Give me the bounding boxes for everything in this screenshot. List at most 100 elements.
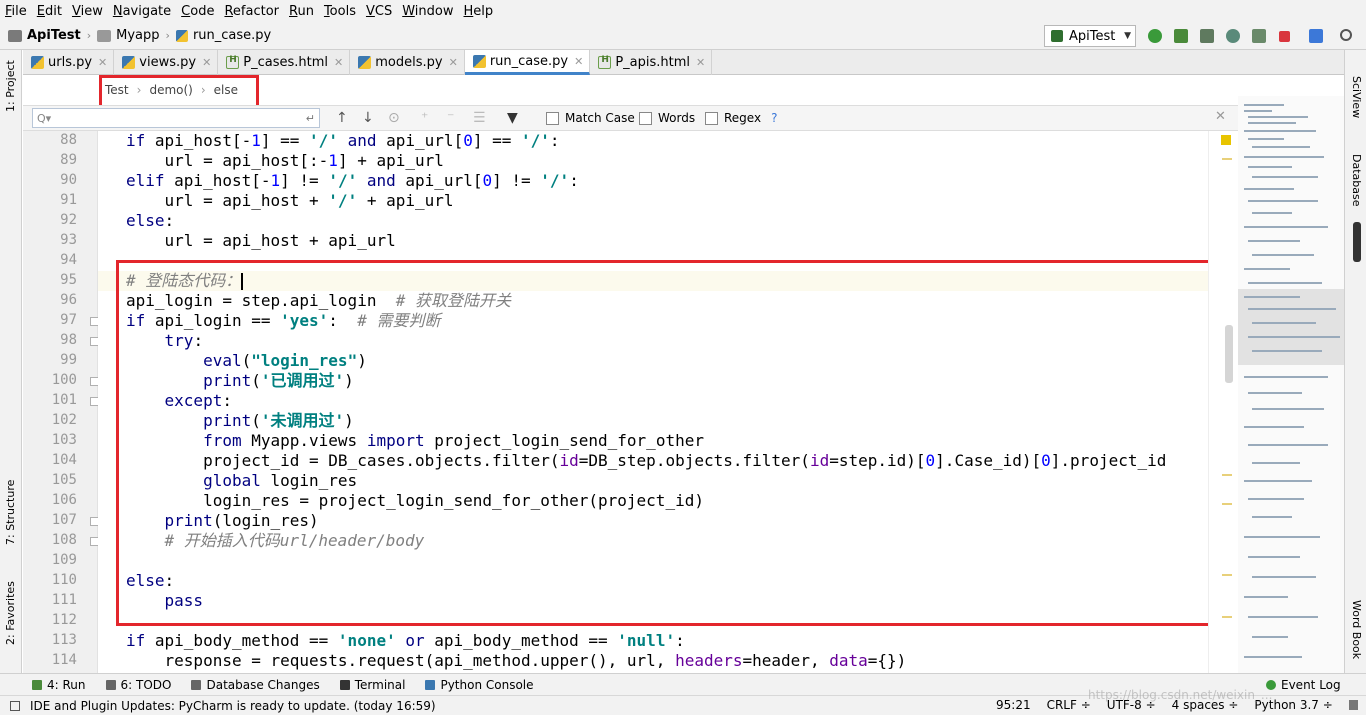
build-icon[interactable] bbox=[1252, 29, 1266, 43]
menu-window[interactable]: Window bbox=[397, 4, 458, 19]
nav-file[interactable]: run_case.py bbox=[172, 28, 275, 43]
tab-urls-py[interactable]: urls.py ✕ bbox=[23, 50, 115, 75]
warning-icon[interactable] bbox=[1221, 135, 1231, 145]
select-all-icon[interactable]: ☰ bbox=[473, 110, 486, 126]
code-line: url = api_host[:-1] + api_url bbox=[126, 151, 444, 170]
close-icon[interactable]: ✕ bbox=[98, 56, 107, 69]
menu-vcs[interactable]: VCS bbox=[361, 4, 397, 19]
add-selection-icon[interactable]: ⁺ bbox=[421, 110, 428, 126]
close-icon[interactable]: ✕ bbox=[202, 56, 211, 69]
menu-edit[interactable]: Edit bbox=[32, 4, 67, 19]
terminal-tool-tab[interactable]: Terminal bbox=[330, 678, 416, 692]
tab-views-py[interactable]: views.py ✕ bbox=[114, 50, 219, 75]
close-icon[interactable]: ✕ bbox=[1215, 109, 1226, 124]
menu-navigate[interactable]: Navigate bbox=[108, 4, 176, 19]
menu-file[interactable]: File bbox=[0, 4, 32, 19]
line-number: 107 bbox=[51, 512, 77, 528]
left-tool-strip: 1: Project 7: Structure 2: Favorites bbox=[0, 50, 22, 673]
code-line: if api_host[-1] == '/' and api_url[0] ==… bbox=[126, 131, 560, 150]
run-config-select[interactable]: ApiTest ▼ bbox=[1044, 25, 1136, 47]
warning-marker[interactable] bbox=[1222, 474, 1232, 476]
line-number: 88 bbox=[60, 132, 77, 148]
favorites-tool-tab[interactable]: 2: Favorites bbox=[4, 581, 17, 645]
menu-help[interactable]: Help bbox=[459, 4, 499, 19]
arrow-down-icon[interactable]: ↓ bbox=[362, 110, 374, 126]
line-number: 113 bbox=[51, 632, 77, 648]
warning-marker[interactable] bbox=[1222, 616, 1232, 618]
python-file-icon bbox=[122, 56, 136, 69]
database-tool-tab[interactable]: Database bbox=[1350, 154, 1363, 207]
search-input[interactable]: Q▾ ↵ bbox=[32, 108, 320, 128]
line-number: 110 bbox=[51, 572, 77, 588]
translate-icon[interactable] bbox=[1309, 29, 1323, 43]
warning-marker[interactable] bbox=[1222, 158, 1232, 160]
python-console-tool-tab[interactable]: Python Console bbox=[415, 678, 543, 692]
search-icon: Q▾ bbox=[37, 111, 52, 125]
words-checkbox[interactable]: Words bbox=[639, 111, 695, 125]
close-icon[interactable]: ✕ bbox=[449, 56, 458, 69]
close-icon[interactable]: ✕ bbox=[696, 56, 705, 69]
caret-position[interactable]: 95:21 bbox=[996, 698, 1031, 712]
tab-p-cases-html[interactable]: P_cases.html✕ bbox=[218, 50, 351, 75]
editor-tabs: urls.py✕ views.py✕ P_cases.html✕ models.… bbox=[23, 50, 1344, 75]
sciview-tool-tab[interactable]: SciView bbox=[1350, 76, 1363, 118]
menu-refactor[interactable]: Refactor bbox=[219, 4, 284, 19]
editor-scrollbar-thumb[interactable] bbox=[1225, 325, 1233, 383]
find-all-icon[interactable]: ⊙ bbox=[388, 110, 400, 126]
menu-tools[interactable]: Tools bbox=[319, 4, 361, 19]
filter-icon[interactable]: ▼ bbox=[507, 110, 518, 126]
line-number: 103 bbox=[51, 432, 77, 448]
chevron-down-icon: ▼ bbox=[1124, 31, 1131, 41]
editor-gutter: 88 89 90 91 92 93 94 95 96 97 98 99 100 … bbox=[23, 131, 99, 673]
todo-tool-tab[interactable]: 6: TODO bbox=[96, 678, 182, 692]
remove-selection-icon[interactable]: ⁻ bbox=[447, 110, 454, 126]
nav-project[interactable]: ApiTest bbox=[0, 28, 85, 43]
debug-icon[interactable] bbox=[1174, 29, 1188, 43]
menu-view[interactable]: View bbox=[67, 4, 108, 19]
rerun-icon[interactable] bbox=[1148, 29, 1162, 43]
code-line: response = requests.request(api_method.u… bbox=[126, 651, 907, 670]
error-stripe[interactable] bbox=[1208, 131, 1238, 673]
line-number: 105 bbox=[51, 472, 77, 488]
structure-tool-tab[interactable]: 7: Structure bbox=[4, 480, 17, 545]
lock-icon[interactable] bbox=[1348, 700, 1358, 710]
python-file-icon bbox=[472, 54, 486, 68]
close-icon[interactable]: ✕ bbox=[334, 56, 343, 69]
stop-icon[interactable] bbox=[1279, 31, 1290, 42]
nav-folder[interactable]: Myapp bbox=[93, 28, 163, 43]
regex-checkbox[interactable]: Regex? bbox=[705, 111, 777, 125]
menu-bar: File Edit View Navigate Code Refactor Ru… bbox=[0, 0, 1366, 22]
code-minimap[interactable] bbox=[1238, 96, 1344, 673]
chevron-right-icon: › bbox=[165, 29, 170, 42]
project-tool-tab[interactable]: 1: Project bbox=[4, 60, 17, 112]
arrow-up-icon[interactable]: ↑ bbox=[336, 110, 348, 126]
python-file-icon bbox=[175, 29, 188, 42]
regex-help-icon[interactable]: ? bbox=[771, 111, 777, 125]
html-file-icon bbox=[226, 55, 240, 69]
coverage-icon[interactable] bbox=[1200, 29, 1214, 43]
run-tool-tab[interactable]: 4: Run bbox=[0, 678, 96, 692]
line-separator[interactable]: CRLF ÷ bbox=[1047, 698, 1091, 712]
line-number: 96 bbox=[60, 292, 77, 308]
tab-models-py[interactable]: models.py ✕ bbox=[350, 50, 465, 75]
warning-marker[interactable] bbox=[1222, 503, 1232, 505]
status-message[interactable]: IDE and Plugin Updates: PyCharm is ready… bbox=[0, 699, 436, 713]
navigation-bar: ApiTest › Myapp › run_case.py ApiTest ▼ bbox=[0, 22, 1366, 50]
match-case-checkbox[interactable]: Match Case bbox=[546, 111, 635, 125]
scroll-handle[interactable] bbox=[1353, 222, 1361, 262]
tab-p-apis-html[interactable]: P_apis.html✕ bbox=[590, 50, 713, 75]
line-number: 90 bbox=[60, 172, 77, 188]
warning-marker[interactable] bbox=[1222, 574, 1232, 576]
terminal-icon bbox=[339, 679, 350, 690]
line-number: 114 bbox=[51, 652, 77, 668]
line-number: 93 bbox=[60, 232, 77, 248]
word-book-tool-tab[interactable]: Word Book bbox=[1350, 600, 1363, 659]
search-everywhere-icon[interactable] bbox=[1340, 29, 1352, 41]
profile-icon[interactable] bbox=[1226, 29, 1240, 43]
close-icon[interactable]: ✕ bbox=[574, 55, 583, 68]
database-changes-tool-tab[interactable]: Database Changes bbox=[181, 678, 329, 692]
menu-code[interactable]: Code bbox=[176, 4, 219, 19]
minimap-viewport[interactable] bbox=[1238, 289, 1344, 365]
tab-run-case-py[interactable]: run_case.py ✕ bbox=[464, 50, 591, 75]
menu-run[interactable]: Run bbox=[284, 4, 319, 19]
